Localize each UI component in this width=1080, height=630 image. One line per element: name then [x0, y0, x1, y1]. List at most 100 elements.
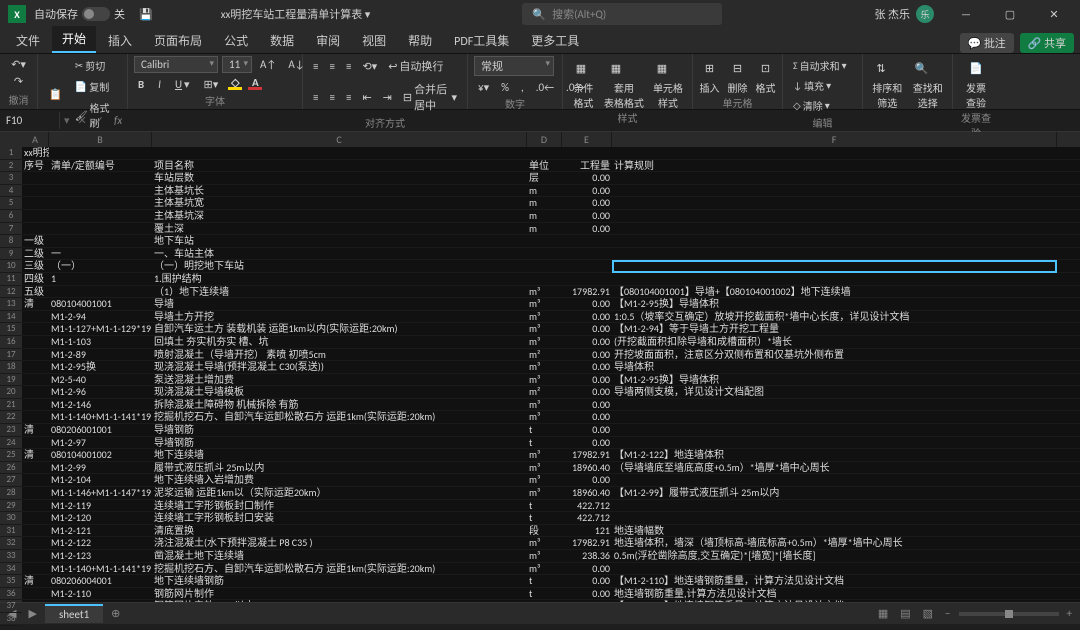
cell[interactable]: M1-1-127+M1-1-129*19 — [49, 323, 152, 335]
cell[interactable]: m³ — [527, 563, 562, 575]
cell[interactable]: m³ — [527, 323, 562, 335]
cancel-fx-icon[interactable]: ✕ — [74, 114, 91, 127]
cell[interactable] — [612, 260, 1057, 272]
cell[interactable]: 地下车站 — [152, 235, 527, 247]
cell[interactable]: 地连墙钢筋重量,计算方法见设计文档 — [612, 588, 1057, 600]
cell[interactable] — [22, 311, 49, 323]
cell[interactable]: M1-2-112 — [49, 600, 152, 602]
cell[interactable]: 0.00 — [562, 563, 612, 575]
row-header[interactable]: 36 — [0, 588, 22, 601]
formula-bar[interactable] — [128, 119, 1080, 123]
cell[interactable]: 五级 — [22, 286, 49, 298]
cell[interactable] — [527, 147, 562, 159]
cell[interactable] — [22, 361, 49, 373]
cell[interactable]: m — [527, 210, 562, 222]
cell[interactable]: 凿混凝土地下连续墙 — [152, 550, 527, 562]
table-row[interactable]: 四级11.围护结构 — [22, 273, 1080, 286]
cell[interactable] — [22, 185, 49, 197]
percent-button[interactable]: % — [497, 79, 513, 96]
tab-view[interactable]: 视图 — [352, 28, 396, 53]
row-header[interactable]: 33 — [0, 550, 22, 563]
cell[interactable]: 浇注混凝土(水下预拌混凝土 P8 C35 ) — [152, 537, 527, 549]
cell[interactable] — [612, 248, 1057, 260]
cell[interactable]: 导墙两侧支模，详见设计文档配图 — [612, 386, 1057, 398]
cell[interactable]: 主体基坑长 — [152, 185, 527, 197]
align-top-button[interactable]: ≡ — [309, 56, 322, 76]
row-header[interactable]: 35 — [0, 575, 22, 588]
spreadsheet-grid[interactable]: 1234567891011121314151617181920212223242… — [0, 132, 1080, 602]
close-button[interactable]: ✕ — [1036, 8, 1072, 21]
cell[interactable]: 二级 — [22, 248, 49, 260]
row-header[interactable]: 32 — [0, 537, 22, 550]
cell[interactable]: m³ — [527, 411, 562, 423]
cell[interactable]: 0.00 — [562, 311, 612, 323]
cell[interactable]: 地下连续墙入岩增加费 — [152, 474, 527, 486]
cell[interactable]: 连续墙工字形钢板封口制作 — [152, 500, 527, 512]
view-break-button[interactable]: ▧ — [919, 607, 937, 620]
cell[interactable]: 清单/定额编号 — [49, 160, 152, 172]
col-header[interactable]: E — [562, 132, 612, 147]
cell[interactable]: 清 — [22, 298, 49, 310]
cell[interactable] — [22, 172, 49, 184]
view-layout-button[interactable]: ▤ — [896, 607, 914, 620]
table-row[interactable]: 一级地下车站 — [22, 235, 1080, 248]
cell[interactable]: 【M1-2-110】地连墙钢筋重量，计算方法见设计文档 — [612, 575, 1057, 587]
row-header[interactable]: 3 — [0, 172, 22, 185]
tab-help[interactable]: 帮助 — [398, 28, 442, 53]
zoom-out-button[interactable]: − — [941, 607, 954, 620]
cell[interactable]: 0.00 — [562, 197, 612, 209]
cell[interactable]: 四级 — [22, 273, 49, 285]
cell[interactable]: 18960.40 — [562, 462, 612, 474]
row-header[interactable]: 22 — [0, 411, 22, 424]
table-row[interactable]: 车站层数层0.00 — [22, 172, 1080, 185]
fx-icon[interactable]: fx — [108, 114, 128, 127]
cell[interactable]: 导墙体积 — [612, 361, 1057, 373]
cell[interactable]: m³ — [527, 462, 562, 474]
cell[interactable]: m — [527, 223, 562, 235]
cell[interactable] — [612, 437, 1057, 449]
row-header[interactable]: 34 — [0, 563, 22, 576]
cell[interactable]: M1-2-119 — [49, 500, 152, 512]
italic-button[interactable]: I — [154, 76, 165, 93]
cell[interactable]: 0.00 — [562, 349, 612, 361]
cell[interactable]: 0.00 — [562, 361, 612, 373]
cell[interactable]: 泥浆运输 运距1km以（实际运距20km） — [152, 487, 527, 499]
tab-file[interactable]: 文件 — [6, 28, 50, 53]
row-header[interactable]: 26 — [0, 462, 22, 475]
cell[interactable]: 0.00 — [562, 588, 612, 600]
row-header[interactable]: 12 — [0, 286, 22, 299]
cut-button[interactable]: ✂ 剪切 — [71, 56, 121, 75]
cell[interactable] — [612, 185, 1057, 197]
cell[interactable]: m — [527, 197, 562, 209]
add-sheet-button[interactable]: ⊕ — [107, 607, 124, 620]
cell[interactable]: 挖掘机挖石方、自卸汽车运卸松散石方 运距1km(实际运距:20km) — [152, 411, 527, 423]
cell[interactable]: 0.00 — [562, 210, 612, 222]
cell[interactable]: 清底置换 — [152, 525, 527, 537]
cell[interactable]: m³ — [527, 537, 562, 549]
cell[interactable]: m³ — [527, 474, 562, 486]
table-row[interactable]: M1-2-123凿混凝土地下连续墙m³238.360.5m(浮砼凿除高度,交互确… — [22, 550, 1080, 563]
table-row[interactable]: 主体基坑宽m0.00 — [22, 197, 1080, 210]
cell[interactable]: 地下连续墙钢筋 — [152, 575, 527, 587]
cell[interactable] — [562, 248, 612, 260]
cell[interactable] — [527, 235, 562, 247]
cell[interactable] — [22, 437, 49, 449]
cell[interactable] — [22, 525, 49, 537]
row-header[interactable]: 23 — [0, 424, 22, 437]
cell[interactable] — [22, 500, 49, 512]
fill-button[interactable]: ↓ 填充▾ — [789, 76, 835, 95]
cell[interactable]: m³ — [527, 336, 562, 348]
row-header[interactable]: 30 — [0, 512, 22, 525]
cell[interactable]: 1 — [49, 273, 152, 285]
cell[interactable]: m³ — [527, 399, 562, 411]
cell[interactable]: M1-2-89 — [49, 349, 152, 361]
table-row[interactable]: 清080104001001导墙m³0.00【M1-2-95换】导墙体积 — [22, 298, 1080, 311]
cell[interactable]: 清 — [22, 575, 49, 587]
table-row[interactable]: M1-2-121清底置换段121地连墙幅数 — [22, 525, 1080, 538]
table-row[interactable]: 序号清单/定额编号项目名称单位工程量计算规则 — [22, 160, 1080, 173]
cell[interactable]: M1-2-120 — [49, 512, 152, 524]
cell[interactable]: 【M1-2-95换】导墙体积 — [612, 298, 1057, 310]
cell[interactable] — [22, 374, 49, 386]
cell[interactable] — [612, 147, 1057, 159]
row-header[interactable]: 27 — [0, 474, 22, 487]
